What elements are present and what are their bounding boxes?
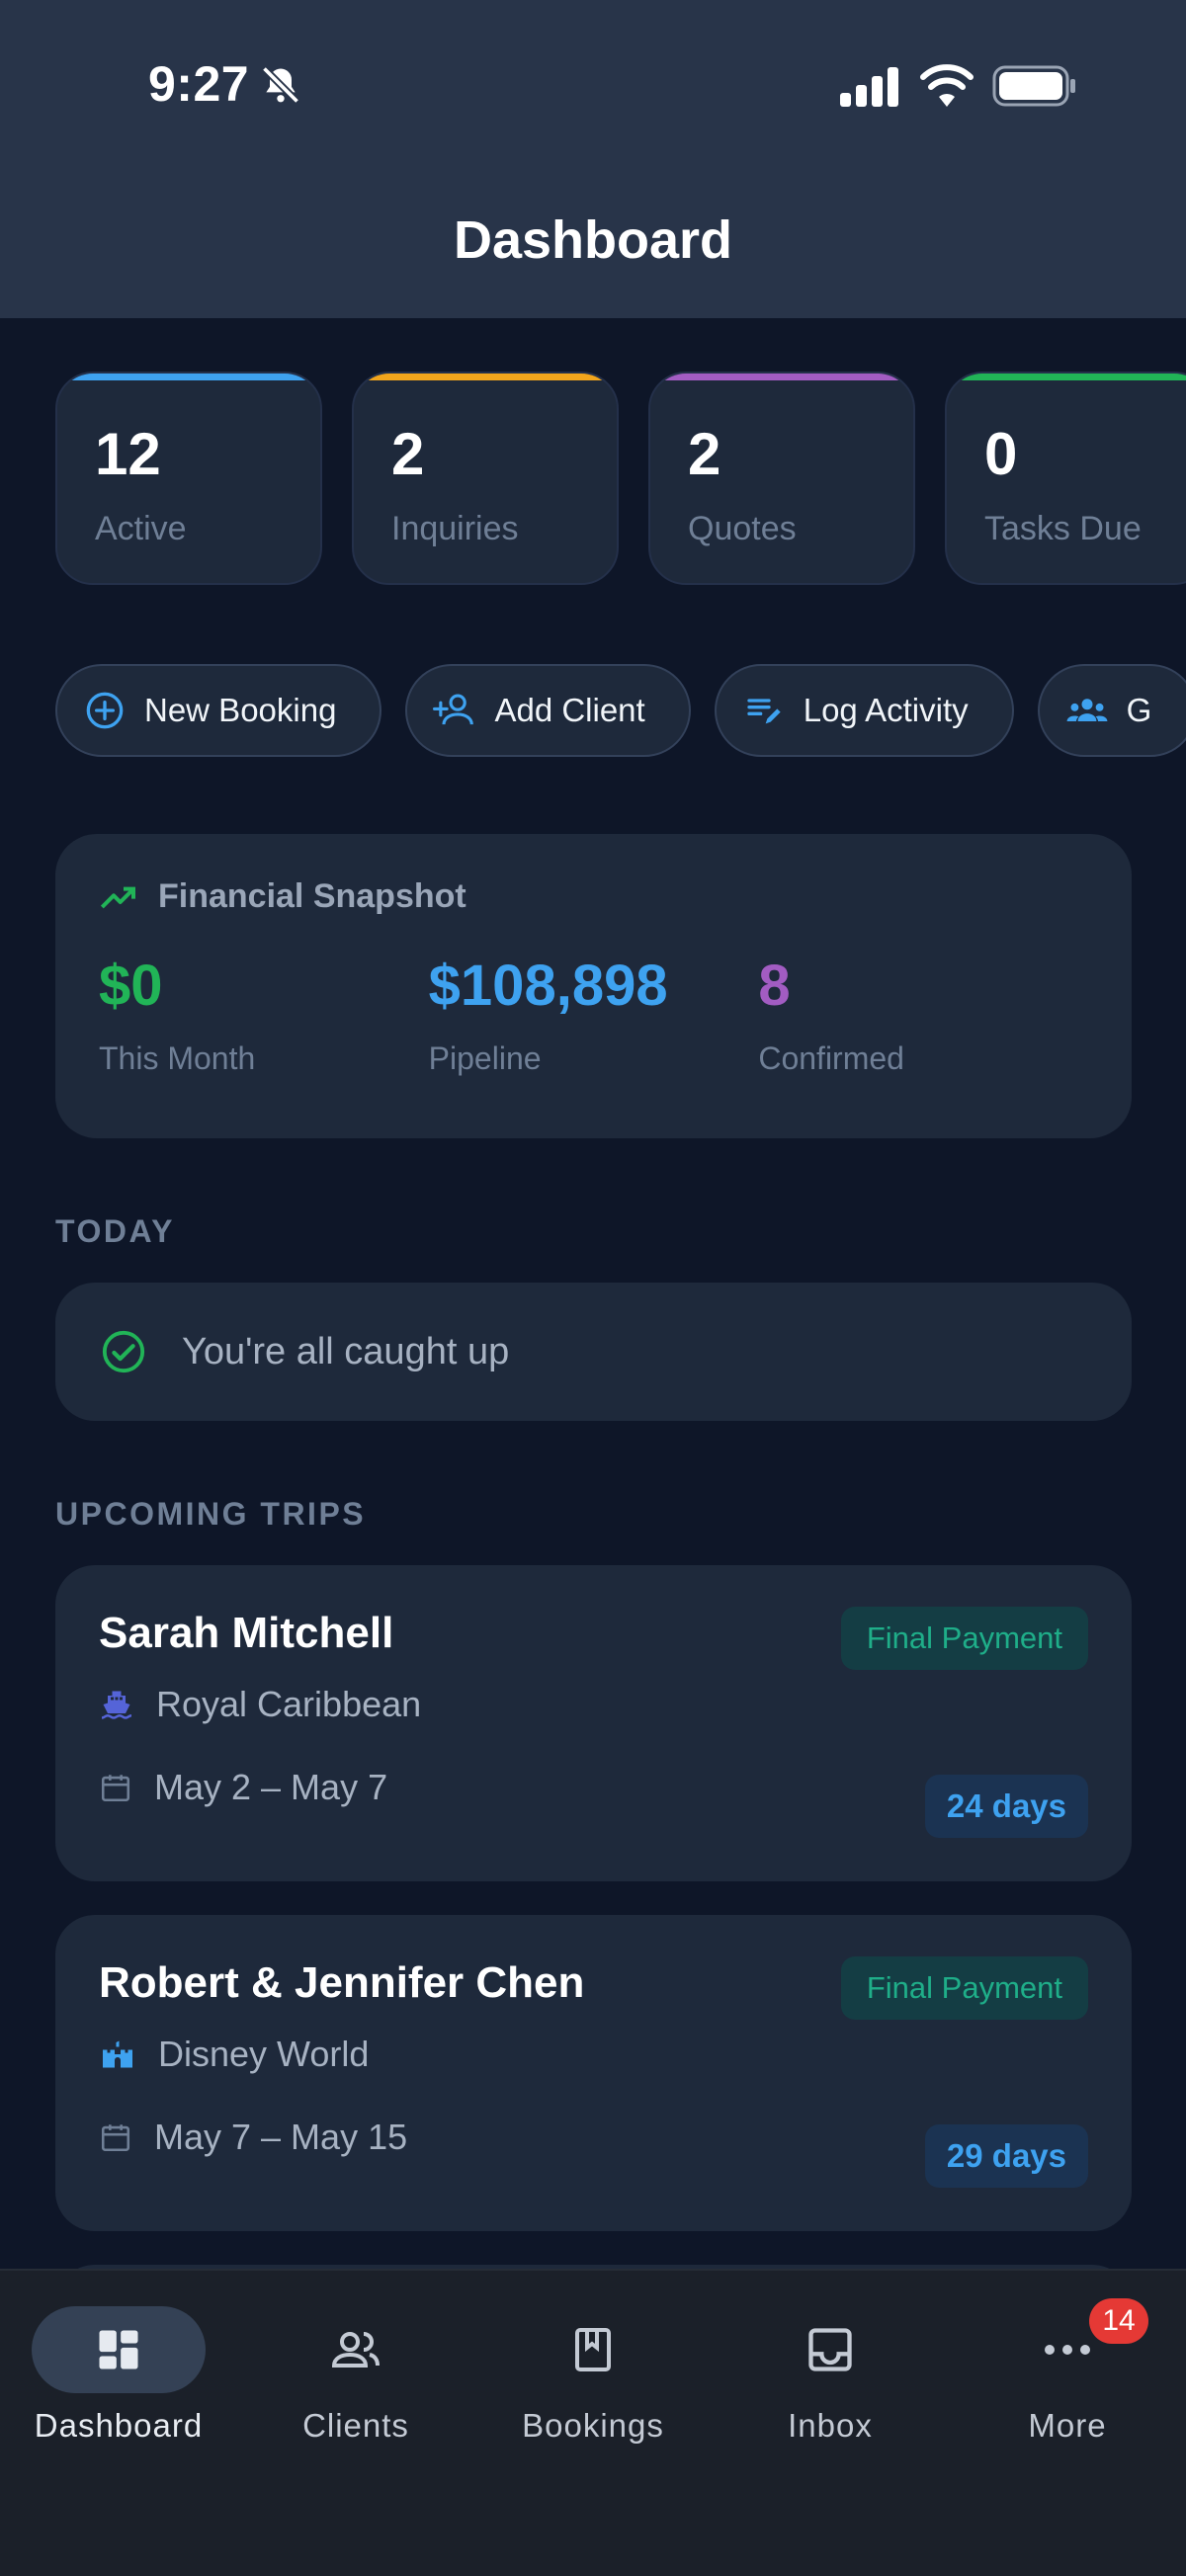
trip-supplier-name: Royal Caribbean [156,1684,422,1724]
nav-icon-container [743,2306,917,2393]
group-action-button[interactable]: G [1037,664,1186,757]
inbox-icon [808,2328,852,2371]
financial-pipeline: $108,898 Pipeline [429,957,759,1077]
more-icon [1045,2345,1090,2355]
action-label: New Booking [144,692,337,728]
trip-status-badge: Final Payment [840,1607,1088,1670]
trip-dates: May 7 – May 15 [99,2117,407,2158]
battery-icon [992,65,1075,107]
trip-date-range: May 2 – May 7 [154,1767,388,1807]
bookmark-book-icon [575,2328,611,2371]
new-booking-button[interactable]: New Booking [55,664,382,757]
trip-supplier: Royal Caribbean [99,1684,421,1725]
group-icon [1065,689,1109,732]
add-person-icon [433,689,476,732]
nav-label: Inbox [788,2407,873,2444]
action-label: Log Activity [803,692,969,728]
action-label: G [1126,692,1152,728]
nav-label: Dashboard [34,2407,204,2444]
today-card: You're all caught up [55,1283,1132,1421]
bottom-nav: Dashboard Clients Bookings Inbox 14 More [0,2269,1186,2576]
stat-value: 0 [984,421,1018,487]
upcoming-trips-section-label: UPCOMING TRIPS [55,1496,367,1532]
trip-date-range: May 7 – May 15 [154,2117,408,2157]
cellular-signal-icon [840,67,898,107]
calendar-icon [101,1775,130,1802]
stat-card-quotes[interactable]: 2 Quotes [648,372,915,585]
stat-label: Tasks Due [984,510,1142,547]
header: 9:27 Dashboard [0,0,1186,318]
check-circle-icon [102,1330,145,1373]
nav-icon-container [269,2306,443,2393]
edit-note-icon [742,689,786,732]
trip-supplier-name: Disney World [158,2034,370,2074]
bell-muted-icon [261,65,300,105]
stat-label: Active [95,510,187,547]
nav-label: Clients [302,2407,409,2444]
trip-card[interactable]: Sarah Mitchell Final Payment Royal Carib… [55,1565,1132,1881]
stat-card-tasks-due[interactable]: 0 Tasks Due [945,372,1186,585]
nav-item-bookings[interactable]: Bookings [474,2306,712,2445]
stat-card-inquiries[interactable]: 2 Inquiries [352,372,619,585]
action-label: Add Client [494,692,645,728]
add-client-button[interactable]: Add Client [405,664,691,757]
status-time: 9:27 [148,56,250,112]
trip-supplier: Disney World [99,2034,369,2075]
stat-label: Quotes [688,510,797,547]
notification-badge: 14 [1089,2298,1148,2344]
nav-item-dashboard[interactable]: Dashboard [0,2306,237,2445]
financial-value: $0 [99,954,163,1018]
trip-card[interactable]: Robert & Jennifer Chen Final Payment Dis… [55,1915,1132,2231]
dashboard-icon [99,2330,138,2369]
financial-confirmed: 8 Confirmed [758,957,1088,1077]
financial-label: Pipeline [428,1040,542,1076]
trending-up-icon [100,886,135,908]
stat-value: 2 [688,421,721,487]
stat-value: 2 [391,421,425,487]
trip-status-badge: Final Payment [840,1956,1088,2020]
nav-label: More [1028,2407,1107,2444]
today-section-label: TODAY [55,1213,175,1249]
days-until-badge: 29 days [924,2124,1088,2188]
financial-label: This Month [99,1040,256,1076]
stat-card-active[interactable]: 12 Active [55,372,322,585]
quick-actions: New Booking Add Client Log Activity G [55,664,1186,757]
ship-icon [101,1691,132,1719]
stat-value: 12 [95,421,161,487]
financial-value: $108,898 [428,954,668,1018]
days-until-badge: 24 days [924,1775,1088,1838]
calendar-icon [101,2124,130,2152]
stat-label: Inquiries [391,510,519,547]
castle-icon [103,2040,132,2068]
nav-icon-container [32,2306,206,2393]
trip-dates: May 2 – May 7 [99,1767,387,1808]
app: 9:27 Dashboard 12 Active 2 Inquiries 2 Q… [0,0,1186,2576]
today-message: You're all caught up [182,1330,510,1372]
stats-row: 12 Active 2 Inquiries 2 Quotes 0 Tasks D… [55,372,1186,585]
log-activity-button[interactable]: Log Activity [714,664,1014,757]
nav-item-more[interactable]: 14 More [949,2298,1186,2445]
nav-item-inbox[interactable]: Inbox [712,2306,949,2445]
page-title: Dashboard [453,210,733,270]
wifi-icon [920,64,974,107]
financial-label: Confirmed [758,1040,904,1076]
financial-this-month: $0 This Month [99,957,429,1077]
nav-label: Bookings [522,2407,664,2444]
nav-item-clients[interactable]: Clients [237,2306,474,2445]
nav-icon-container [506,2306,680,2393]
financial-snapshot-card[interactable]: Financial Snapshot $0 This Month $108,89… [55,834,1132,1138]
financial-value: 8 [758,954,791,1018]
nav-icon-container: 14 [980,2298,1154,2393]
financial-values: $0 This Month $108,898 Pipeline 8 Confir… [99,957,1088,1077]
plus-circle-icon [83,689,127,732]
financial-snapshot-title: Financial Snapshot [158,877,466,915]
financial-snapshot-header: Financial Snapshot [99,877,1088,916]
people-icon [331,2332,380,2368]
